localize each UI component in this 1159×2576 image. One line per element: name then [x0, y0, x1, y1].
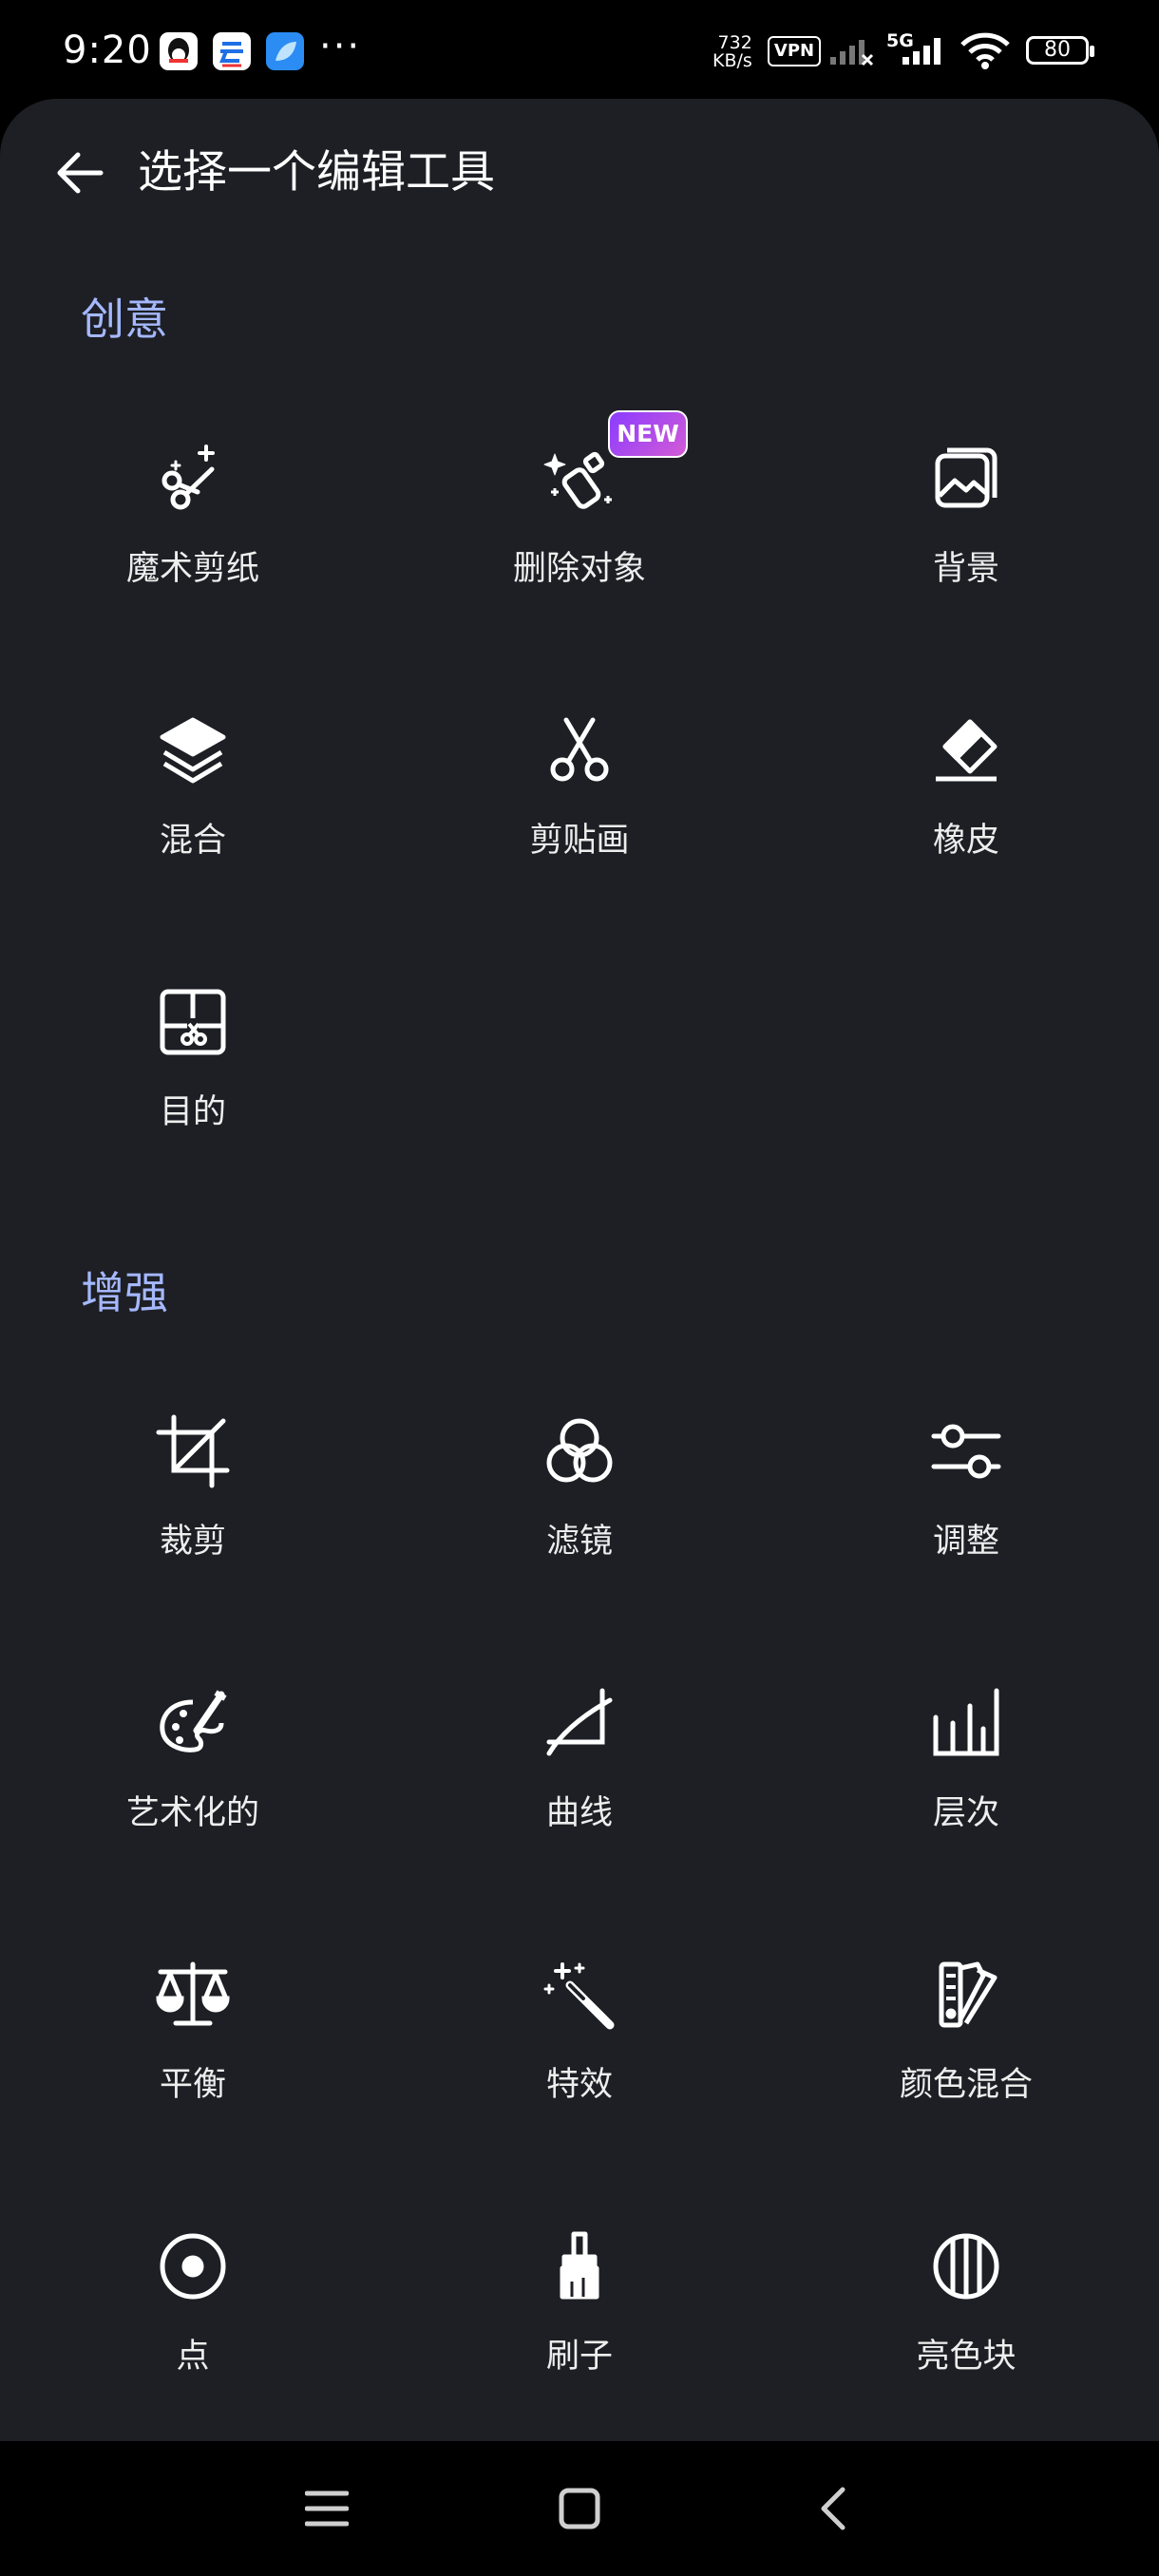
tool-label: 删除对象: [512, 550, 646, 588]
arrow-left-icon: [57, 152, 104, 194]
tool-label: 颜色混合: [899, 2066, 1033, 2104]
tool-label: 目的: [159, 1093, 226, 1131]
tool-eraser[interactable]: 橡皮: [824, 712, 1109, 902]
page-title: 选择一个编辑工具: [138, 146, 495, 199]
crop-icon: [155, 1413, 231, 1489]
tool-balance[interactable]: 平衡: [50, 1957, 335, 2147]
browser-app-icon: [266, 32, 304, 70]
levels-bars-icon: [928, 1685, 1004, 1761]
cloud-app-icon: [213, 32, 251, 70]
background-image-icon: [928, 441, 1004, 517]
nav-recents-button[interactable]: [289, 2473, 365, 2544]
signal-sim1-icon: [828, 34, 874, 66]
tool-label: 橡皮: [932, 822, 999, 860]
qq-app-icon: [160, 32, 198, 70]
remove-object-icon: [542, 441, 618, 517]
status-bar: 9:20 ··· 732 KB/s VPN 5G 80: [0, 0, 1159, 100]
status-time: 9:20: [63, 28, 152, 72]
nav-back-button[interactable]: [794, 2473, 870, 2544]
battery-indicator: 80: [1026, 36, 1094, 65]
eraser-icon: [928, 712, 1004, 788]
tool-magic-cutout[interactable]: 魔术剪纸: [50, 441, 335, 631]
tool-label: 刷子: [545, 2338, 613, 2376]
menu-icon: [305, 2491, 349, 2527]
tool-label: 平衡: [159, 2066, 226, 2104]
back-chevron-icon: [821, 2487, 846, 2530]
tool-levels[interactable]: 层次: [824, 1685, 1109, 1875]
tool-label: 层次: [932, 1794, 999, 1832]
signal-sim2-icon: [901, 34, 948, 66]
tool-filter[interactable]: 滤镜: [437, 1413, 722, 1603]
vpn-badge: VPN: [768, 36, 821, 66]
tool-label: 滤镜: [545, 1523, 613, 1561]
back-button[interactable]: [51, 144, 108, 201]
tool-clipart[interactable]: 剪贴画: [437, 712, 722, 902]
tool-label: 裁剪: [159, 1523, 226, 1561]
tool-label: 背景: [932, 550, 999, 588]
color-swatch-icon: [928, 1957, 1004, 2033]
network-speed: 732 KB/s: [712, 34, 752, 70]
tool-color-blend[interactable]: 颜色混合: [824, 1957, 1109, 2147]
tool-label: 艺术化的: [125, 1794, 259, 1832]
tool-dot[interactable]: 点: [50, 2228, 335, 2418]
tool-crop[interactable]: 裁剪: [50, 1413, 335, 1603]
system-nav-bar: [0, 2441, 1159, 2576]
brush-icon: [542, 2228, 618, 2304]
section-title-creative: 创意: [81, 294, 168, 345]
tool-background[interactable]: 背景: [824, 441, 1109, 631]
wifi-icon: [960, 32, 1011, 70]
network-speed-unit: KB/s: [712, 50, 752, 71]
tool-effects[interactable]: 特效: [437, 1957, 722, 2147]
tool-artistic[interactable]: 艺术化的: [50, 1685, 335, 1875]
magic-scissors-icon: [155, 441, 231, 517]
tool-label: 曲线: [545, 1794, 613, 1832]
magic-wand-icon: [542, 1957, 618, 2033]
tool-blend[interactable]: 混合: [50, 712, 335, 902]
tool-adjust[interactable]: 调整: [824, 1413, 1109, 1603]
home-square-icon: [559, 2488, 600, 2529]
palette-icon: [155, 1685, 231, 1761]
tool-curves[interactable]: 曲线: [437, 1685, 722, 1875]
tool-highlight-blocks[interactable]: 亮色块: [824, 2228, 1109, 2418]
adjust-sliders-icon: [928, 1413, 1004, 1489]
tool-label: 特效: [545, 2066, 613, 2104]
tool-purpose[interactable]: 目的: [50, 984, 335, 1174]
dot-circle-icon: [155, 2228, 231, 2304]
highlight-stripes-icon: [928, 2228, 1004, 2304]
scissors-icon: [542, 712, 618, 788]
tool-picker-sheet: 选择一个编辑工具 创意 魔术剪纸 NEW 删除对象 背景 混合 剪贴画 橡皮 目…: [0, 99, 1159, 2441]
layers-icon: [155, 712, 231, 788]
tool-label: 点: [176, 2338, 210, 2376]
tool-label: 魔术剪纸: [125, 550, 259, 588]
tool-label: 剪贴画: [529, 822, 630, 860]
tool-remove-object[interactable]: NEW 删除对象: [437, 410, 722, 631]
tool-label: 亮色块: [916, 2338, 1016, 2376]
nav-home-button[interactable]: [542, 2473, 618, 2544]
balance-scale-icon: [155, 1957, 231, 2033]
tool-label: 调整: [932, 1523, 999, 1561]
curve-icon: [542, 1685, 618, 1761]
section-title-enhance: 增强: [81, 1267, 168, 1318]
cutout-frame-icon: [155, 984, 231, 1060]
filter-circles-icon: [542, 1413, 618, 1489]
tool-brush[interactable]: 刷子: [437, 2228, 722, 2418]
new-badge: NEW: [608, 410, 688, 458]
more-notifications-icon: ···: [319, 25, 362, 68]
tool-label: 混合: [159, 822, 226, 860]
